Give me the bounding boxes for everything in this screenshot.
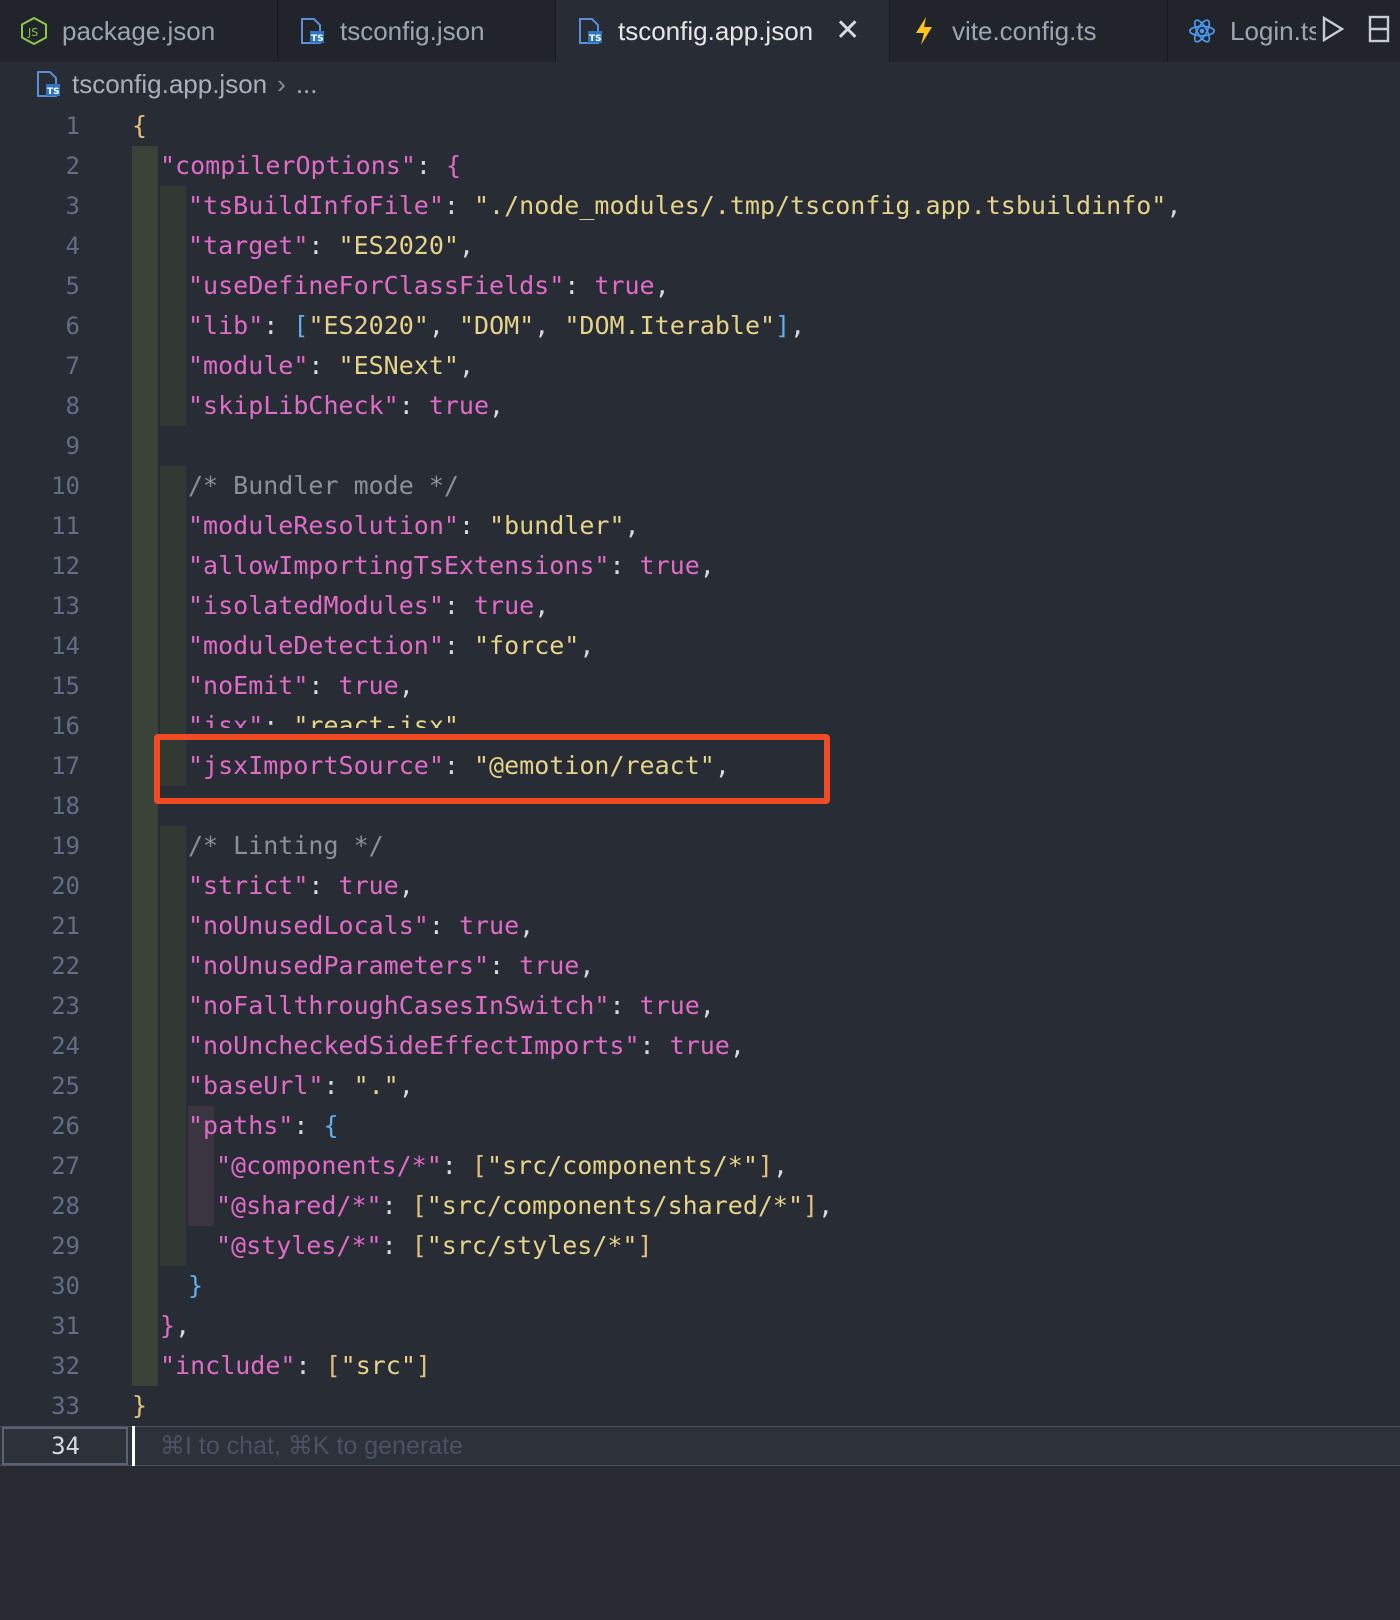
code-line: } <box>132 1391 148 1420</box>
run-icon[interactable] <box>1320 15 1346 48</box>
tab-vite-config-ts[interactable]: vite.config.ts <box>890 0 1168 62</box>
breadcrumb-file[interactable]: tsconfig.app.json <box>72 69 267 100</box>
code-line: "noUncheckedSideEffectImports": true, <box>188 1031 745 1060</box>
code-line: "module": "ESNext", <box>188 351 475 380</box>
code-line: "tsBuildInfoFile": "./node_modules/.tmp/… <box>188 191 1182 220</box>
svg-text:JS: JS <box>27 26 38 39</box>
nodejs-icon: JS <box>20 17 48 45</box>
svg-text:TS: TS <box>589 34 602 44</box>
chevron-right-icon: › <box>277 68 286 99</box>
svg-text:TS: TS <box>311 34 324 44</box>
editor-window: JS package.json TS tsconfig.json TS tsco… <box>0 0 1400 1620</box>
tsconfig-icon: TS <box>576 17 604 45</box>
editor-empty-area <box>0 1466 1400 1620</box>
code-line: "allowImportingTsExtensions": true, <box>188 551 715 580</box>
code-line: "@styles/*": ["src/styles/*"] <box>216 1231 653 1260</box>
tab-label: package.json <box>62 15 216 46</box>
code-line: "noUnusedLocals": true, <box>188 911 535 940</box>
line-number: 9 <box>65 432 80 460</box>
code-editor[interactable]: 1 2 3 4 5 6 7 8 9 10 11 12 13 14 15 16 1… <box>0 106 1400 1620</box>
tab-package-json[interactable]: JS package.json <box>0 0 278 62</box>
code-line: "compilerOptions": { <box>160 151 462 180</box>
code-line: "noFallthroughCasesInSwitch": true, <box>188 991 715 1020</box>
code-line: "moduleDetection": "force", <box>188 631 595 660</box>
code-line: { <box>132 111 148 140</box>
code-line: "@components/*": ["src/components/*"], <box>216 1151 789 1180</box>
annotation-highlight-box <box>154 734 830 804</box>
code-line: /* Bundler mode */ <box>188 471 459 500</box>
code-line: "strict": true, <box>188 871 414 900</box>
code-line: "noUnusedParameters": true, <box>188 951 595 980</box>
svg-text:TS: TS <box>47 87 60 97</box>
tsconfig-icon: TS <box>34 70 62 98</box>
tab-tsconfig-app-json[interactable]: TS tsconfig.app.json ✕ <box>556 0 890 62</box>
tab-actions <box>1316 0 1400 62</box>
code-line: "target": "ES2020", <box>188 231 475 260</box>
tab-label: tsconfig.app.json <box>618 15 814 46</box>
code-line: "@shared/*": ["src/components/shared/*"]… <box>216 1191 834 1220</box>
tab-tsconfig-json[interactable]: TS tsconfig.json <box>278 0 556 62</box>
line-number-current: 34 <box>51 1432 80 1460</box>
code-line: "skipLibCheck": true, <box>188 391 505 420</box>
ai-hint-text: ⌘I to chat, ⌘K to generate <box>160 1432 463 1460</box>
text-cursor <box>132 1426 135 1466</box>
code-line: "useDefineForClassFields": true, <box>188 271 670 300</box>
code-line: }, <box>160 1311 191 1340</box>
tsconfig-icon: TS <box>298 17 326 45</box>
react-icon <box>1188 17 1216 45</box>
code-line: /* Linting */ <box>188 831 384 860</box>
code-line: } <box>188 1271 204 1300</box>
code-line: "moduleResolution": "bundler", <box>188 511 640 540</box>
tab-bar: JS package.json TS tsconfig.json TS tsco… <box>0 0 1400 63</box>
tab-label: Login.ts <box>1230 15 1322 46</box>
tab-label: vite.config.ts <box>952 15 1097 46</box>
code-line: "lib": ["ES2020", "DOM", "DOM.Iterable"]… <box>188 311 806 340</box>
close-icon[interactable]: ✕ <box>835 16 860 46</box>
code-line: "isolatedModules": true, <box>188 591 550 620</box>
breadcrumb-rest[interactable]: ... <box>296 69 318 100</box>
line-number: 18 <box>51 792 80 820</box>
code-line: "paths": { <box>188 1111 339 1140</box>
code-line: "jsx": "react-jsx" <box>188 711 459 728</box>
split-editor-icon[interactable] <box>1364 13 1390 50</box>
vite-icon <box>910 17 938 45</box>
code-line: "baseUrl": ".", <box>188 1071 414 1100</box>
code-line: "noEmit": true, <box>188 671 414 700</box>
tab-label: tsconfig.json <box>340 15 485 46</box>
breadcrumb: TS tsconfig.app.json › ... <box>0 62 1400 106</box>
code-line: "include": ["src"] <box>160 1351 431 1380</box>
